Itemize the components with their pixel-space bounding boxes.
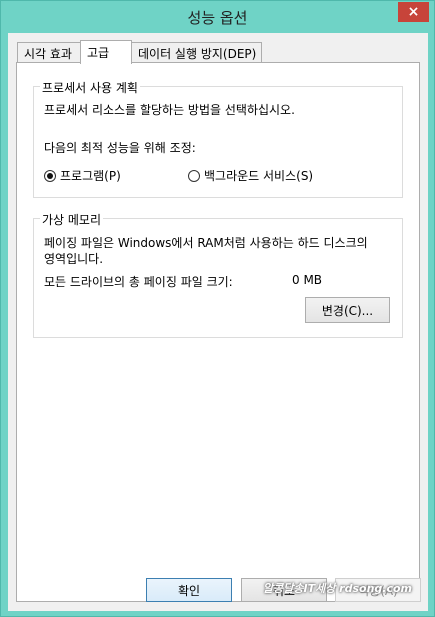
tab-visual-effects[interactable]: 시각 효과 <box>17 42 81 63</box>
radio-programs-indicator[interactable] <box>44 169 56 182</box>
ok-button[interactable]: 확인 <box>146 578 232 602</box>
virtual-memory-description-line2: 영역입니다. <box>44 252 104 266</box>
radio-background-services-indicator[interactable] <box>188 169 200 182</box>
watermark: 알콩달송IT세상 rdsong.com <box>263 582 412 595</box>
virtual-memory-title: 가상 메모리 <box>40 211 104 228</box>
radio-background-services-label: 백그라운드 서비스(S) <box>204 169 314 183</box>
close-icon: × <box>407 4 420 20</box>
change-button[interactable]: 변경(C)... <box>305 297 390 323</box>
virtual-memory-description-line1: 페이징 파일은 Windows에서 RAM처럼 사용하는 하드 디스크의 <box>44 236 368 250</box>
title-bar[interactable]: 성능 옵션 × <box>1 1 434 33</box>
total-paging-file-label: 모든 드라이브의 총 페이징 파일 크기: <box>44 275 233 289</box>
processor-scheduling-title: 프로세서 사용 계획 <box>40 79 140 96</box>
total-paging-file-value: 0 MB <box>292 273 323 287</box>
dialog-client-area: 시각 효과 고급 데이터 실행 방지(DEP) 프로세서 사용 계획 프로세서 … <box>8 33 428 611</box>
window-title: 성능 옵션 <box>187 9 248 27</box>
advanced-tab-panel: 프로세서 사용 계획 프로세서 리소스를 할당하는 방법을 선택하십시오. 다음… <box>16 62 420 602</box>
close-button[interactable]: × <box>398 2 429 22</box>
radio-background-services[interactable]: 백그라운드 서비스(S) <box>188 167 313 184</box>
processor-scheduling-description: 프로세서 리소스를 할당하는 방법을 선택하십시오. <box>44 103 295 117</box>
radio-programs-label: 프로그램(P) <box>60 169 121 183</box>
virtual-memory-group: 가상 메모리 페이징 파일은 Windows에서 RAM처럼 사용하는 하드 디… <box>33 211 403 338</box>
tab-dep[interactable]: 데이터 실행 방지(DEP) <box>131 42 262 63</box>
radio-programs[interactable]: 프로그램(P) <box>44 167 121 184</box>
performance-options-window: 성능 옵션 × 시각 효과 고급 데이터 실행 방지(DEP) 프로세서 사용 … <box>0 0 435 617</box>
processor-scheduling-group: 프로세서 사용 계획 프로세서 리소스를 할당하는 방법을 선택하십시오. 다음… <box>33 79 403 198</box>
adjust-for-label: 다음의 최적 성능을 위해 조정: <box>44 141 196 155</box>
tab-advanced[interactable]: 고급 <box>80 40 132 64</box>
